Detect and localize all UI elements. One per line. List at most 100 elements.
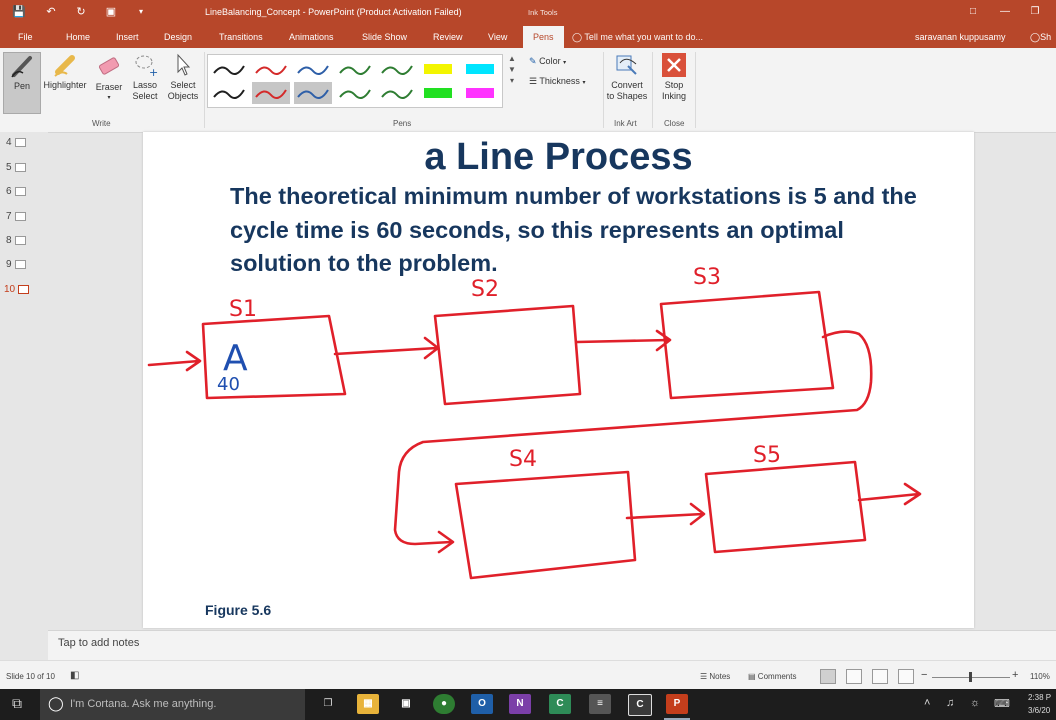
notes-placeholder[interactable]: Tap to add notes bbox=[58, 637, 139, 649]
camtasia-icon[interactable]: C bbox=[549, 694, 571, 714]
thumbnail-slide-6[interactable]: 6 bbox=[6, 186, 26, 197]
tab-review[interactable]: Review bbox=[433, 26, 463, 48]
calculator-icon[interactable]: ≡ bbox=[589, 694, 611, 714]
scroll-down-icon[interactable]: ▼ bbox=[505, 65, 519, 74]
terminal-icon[interactable]: C bbox=[628, 694, 652, 716]
slideshow-view-icon[interactable] bbox=[898, 669, 914, 684]
pen-button[interactable]: Pen bbox=[3, 52, 41, 114]
reading-view-icon[interactable] bbox=[872, 669, 888, 684]
stop-label-1: Stop bbox=[664, 80, 684, 90]
stop-inking-button[interactable]: Stop Inking bbox=[655, 52, 693, 102]
more-icon[interactable]: ▾ bbox=[505, 76, 519, 85]
slide-sorter-icon[interactable] bbox=[846, 669, 862, 684]
notes-button[interactable]: ☰ Notes bbox=[700, 672, 730, 681]
keyboard-icon[interactable]: ⌨ bbox=[994, 697, 1010, 710]
highlighter-swatch-4[interactable] bbox=[462, 82, 500, 104]
group-divider bbox=[204, 52, 205, 128]
file-explorer-icon[interactable]: ▦ bbox=[357, 694, 379, 714]
thickness-button[interactable]: ☰ Thickness ▾ bbox=[529, 76, 585, 89]
highlighter-swatch-3[interactable] bbox=[420, 82, 458, 104]
pen-swatch-8[interactable] bbox=[294, 82, 332, 104]
normal-view-icon[interactable] bbox=[820, 669, 836, 684]
tab-design[interactable]: Design bbox=[164, 26, 192, 48]
redo-icon[interactable]: ↻ bbox=[72, 4, 90, 20]
tab-slide-show[interactable]: Slide Show bbox=[362, 26, 407, 48]
slide-thumb-icon bbox=[14, 211, 26, 221]
outlook-icon[interactable]: O bbox=[471, 694, 493, 714]
tab-view[interactable]: View bbox=[488, 26, 507, 48]
customize-qat-icon[interactable]: ▾ bbox=[132, 4, 150, 20]
zoom-level[interactable]: 110% bbox=[1030, 672, 1050, 681]
eraser-button[interactable]: Eraser ▾ bbox=[93, 52, 125, 104]
wifi-icon[interactable]: ☼ bbox=[970, 697, 980, 709]
pen-swatch-5[interactable] bbox=[378, 58, 416, 80]
tab-transitions[interactable]: Transitions bbox=[219, 26, 263, 48]
ink-drawing: A 40 S1 S2 S3 S4 S5 bbox=[147, 265, 922, 580]
lasso-select-button[interactable]: + Lasso Select bbox=[128, 52, 162, 102]
pen-swatch-1[interactable] bbox=[210, 58, 248, 80]
select-label-1: Select bbox=[170, 80, 196, 90]
ribbon-display-icon[interactable]: □ bbox=[963, 4, 983, 20]
windows-start-icon[interactable]: ⧉ bbox=[12, 695, 22, 712]
zoom-slider-thumb[interactable] bbox=[969, 672, 972, 682]
title-bar: 💾 ↶ ↻ ▣ ▾ LineBalancing_Concept - PowerP… bbox=[0, 0, 1056, 26]
thumbnail-slide-7[interactable]: 7 bbox=[6, 211, 26, 222]
save-icon[interactable]: 💾 bbox=[10, 4, 28, 20]
thumbnail-slide-9[interactable]: 9 bbox=[6, 259, 26, 270]
highlighter-swatch-1[interactable] bbox=[420, 58, 458, 80]
volume-icon[interactable]: ♫ bbox=[946, 697, 954, 709]
pen-swatch-6[interactable] bbox=[210, 82, 248, 104]
zoom-out-icon[interactable]: − bbox=[921, 669, 927, 681]
thumbnail-slide-5[interactable]: 5 bbox=[6, 162, 26, 173]
thumbnail-slide-10[interactable]: 10 bbox=[4, 284, 30, 295]
tab-home[interactable]: Home bbox=[66, 26, 90, 48]
accessibility-icon[interactable]: ◧ bbox=[70, 670, 79, 681]
highlighter-swatch-2[interactable] bbox=[462, 58, 500, 80]
pen-swatch-4[interactable] bbox=[336, 58, 374, 80]
store-icon[interactable]: ▣ bbox=[395, 694, 417, 714]
pen-swatch-3[interactable] bbox=[294, 58, 332, 80]
tray-chevron-icon[interactable]: ˄ bbox=[924, 697, 930, 709]
pen-swatch-10[interactable] bbox=[378, 82, 416, 104]
powerpoint-icon[interactable]: P bbox=[666, 694, 688, 714]
color-dropdown-icon: ▾ bbox=[563, 60, 567, 66]
system-clock[interactable]: 2:38 P 3/6/20 bbox=[1028, 691, 1051, 717]
notes-pane[interactable]: Tap to add notes bbox=[48, 630, 1056, 661]
tab-pens[interactable]: Pens bbox=[523, 26, 564, 48]
pen-swatch-7[interactable] bbox=[252, 82, 290, 104]
arrow-pointer-icon bbox=[177, 53, 191, 76]
group-divider bbox=[652, 52, 653, 128]
share-button[interactable]: ◯Sh bbox=[1030, 26, 1051, 48]
eraser-label: Eraser bbox=[95, 82, 123, 92]
zoom-in-icon[interactable]: + bbox=[1012, 669, 1018, 681]
undo-icon[interactable]: ↶ bbox=[42, 4, 60, 20]
lasso-label-1: Lasso bbox=[132, 80, 158, 90]
tab-animations[interactable]: Animations bbox=[289, 26, 334, 48]
present-icon[interactable]: ▣ bbox=[102, 4, 120, 20]
color-pen-icon: ✎ bbox=[529, 56, 537, 66]
tell-me-box[interactable]: ◯ Tell me what you want to do... bbox=[572, 26, 703, 48]
user-account[interactable]: saravanan kuppusamy bbox=[915, 26, 1006, 48]
cortana-search-box[interactable]: ◯ I'm Cortana. Ask me anything. bbox=[40, 689, 305, 720]
minimize-icon[interactable]: — bbox=[995, 4, 1015, 20]
tab-insert[interactable]: Insert bbox=[116, 26, 139, 48]
comments-button[interactable]: ▤ Comments bbox=[748, 672, 796, 681]
color-button[interactable]: ✎ Color ▾ bbox=[529, 56, 566, 69]
select-objects-button[interactable]: Select Objects bbox=[164, 52, 202, 102]
onenote-icon[interactable]: N bbox=[509, 694, 531, 714]
scroll-up-icon[interactable]: ▲ bbox=[505, 54, 519, 63]
highlighter-button[interactable]: Highlighter bbox=[40, 52, 90, 91]
pen-swatch-2[interactable] bbox=[252, 58, 290, 80]
restore-icon[interactable]: ❐ bbox=[1025, 4, 1045, 20]
context-tab-label: Ink Tools bbox=[528, 8, 558, 17]
task-view-icon[interactable]: ❐ bbox=[317, 694, 339, 714]
pen-swatch-9[interactable] bbox=[336, 82, 374, 104]
tab-file[interactable]: File bbox=[18, 26, 33, 48]
chrome-icon[interactable]: ● bbox=[433, 694, 455, 714]
gallery-scroll[interactable]: ▲ ▼ ▾ bbox=[505, 54, 519, 106]
eraser-dropdown-icon[interactable]: ▾ bbox=[93, 93, 125, 104]
convert-to-shapes-button[interactable]: Convert to Shapes bbox=[604, 52, 650, 102]
thumbnail-slide-4[interactable]: 4 bbox=[6, 137, 26, 148]
slide-canvas[interactable]: a Line Process The theoretical minimum n… bbox=[143, 132, 974, 628]
thumbnail-slide-8[interactable]: 8 bbox=[6, 235, 26, 246]
